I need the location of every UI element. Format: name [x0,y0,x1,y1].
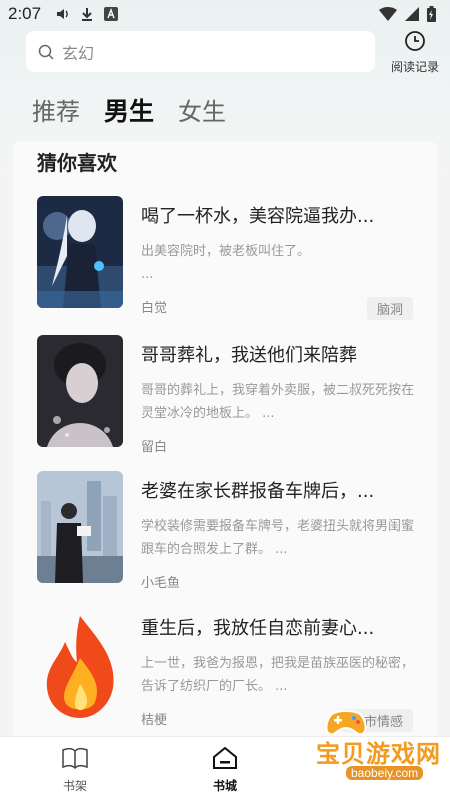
book-description: 出美容院时，被老板叫住了。... [141,244,311,282]
book-author: 留白 [141,440,168,455]
book-author: 桔梗 [141,713,168,728]
recommend-card: 猜你喜欢 喝了一杯水，美容院逼我办... 出美容院时，被老板叫住了。... 白觉… [13,141,437,741]
book-open-icon [62,747,88,770]
book-cover[interactable] [37,471,123,583]
download-icon [82,8,92,21]
book-cover[interactable] [37,196,123,308]
book-cover[interactable] [37,608,123,720]
app-a-icon [104,7,118,21]
book-title: 哥哥葬礼，我送他们来陪葬 [141,345,357,366]
book-author: 白觉 [141,301,168,316]
book-cover[interactable] [37,335,123,447]
gamepad-icon [325,710,367,736]
status-notification-icons [56,7,118,21]
nav-bookshelf-label: 书架 [62,779,87,793]
nav-bookstore-label: 书城 [212,779,237,793]
signal-icon [405,7,419,21]
status-system-icons [379,6,436,22]
book-description: 学校装修需要报备车牌号，老婆扭头就将男闺蜜跟车的合照发上了群。 ... [141,519,415,557]
tab-female[interactable]: 女生 [178,92,226,127]
reading-history-button[interactable]: 阅读记录 [385,30,445,75]
nav-bookshelf[interactable]: 书架 [40,747,110,794]
watermark-url: baobeiy.com [346,766,424,780]
home-icon [213,746,237,769]
clock-icon [405,31,425,51]
book-title: 喝了一杯水，美容院逼我办... [141,206,375,227]
tab-male[interactable]: 男生 [104,92,154,128]
watermark-logo: 宝贝游戏网 baobeiy.com [296,700,446,790]
status-bar: 2:07 [0,0,450,28]
book-item[interactable]: 老婆在家长群报备车牌后，... 学校装修需要报备车牌号，老婆扭头就将男闺蜜跟车的… [13,471,437,591]
search-icon [38,44,54,60]
category-tabs: 推荐 男生 女生 [32,92,226,128]
book-description: 哥哥的葬礼上，我穿着外卖服，被二叔死死按在灵堂冰冷的地板上。 ... [141,383,415,421]
book-title: 重生后，我放任自恋前妻心... [141,618,375,639]
nav-bookstore[interactable]: 书城 [190,746,260,794]
search-bar[interactable]: 玄幻 [26,31,375,72]
book-author: 小毛鱼 [141,576,181,591]
tab-recommend[interactable]: 推荐 [32,92,80,127]
status-time: 2:07 [8,4,42,23]
book-description: 上一世，我爸为报恩，把我是苗族巫医的秘密，告诉了纺织厂的厂长。 ... [141,656,415,694]
reading-history-label: 阅读记录 [390,60,439,74]
book-item[interactable]: 哥哥葬礼，我送他们来陪葬 哥哥的葬礼上，我穿着外卖服，被二叔死死按在灵堂冰冷的地… [13,335,437,455]
section-title: 猜你喜欢 [37,151,117,175]
battery-icon [427,6,436,22]
book-title: 老婆在家长群报备车牌后，... [141,481,375,502]
search-placeholder: 玄幻 [62,43,95,63]
volume-icon [57,9,68,19]
book-item[interactable]: 喝了一杯水，美容院逼我办... 出美容院时，被老板叫住了。... 白觉 脑洞 [13,196,437,320]
watermark-text: 宝贝游戏网 [316,740,441,768]
book-tag: 脑洞 [366,297,413,320]
wifi-icon [379,7,397,21]
